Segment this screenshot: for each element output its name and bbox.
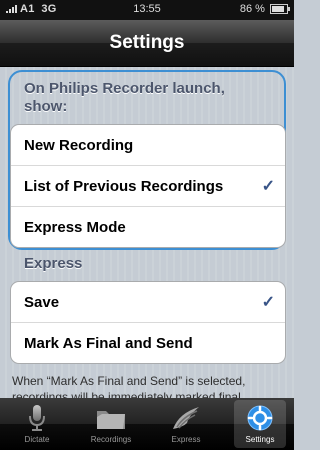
tab-recordings[interactable]: Recordings [82, 398, 140, 450]
express-option-save[interactable]: Save ✓ [11, 282, 285, 322]
battery-icon [270, 4, 290, 15]
tab-bar: Dictate Recordings Express Settings [0, 398, 294, 450]
settings-content[interactable]: On Philips Recorder launch, show: New Re… [0, 67, 294, 398]
launch-option-express-mode[interactable]: Express Mode [11, 206, 285, 247]
checkmark-icon: ✓ [261, 294, 275, 311]
gear-icon [247, 405, 273, 431]
battery-percent: 86 % [239, 3, 265, 15]
folder-icon [97, 411, 125, 429]
status-bar: A1 3G 13:55 86 % [0, 0, 294, 20]
launch-option-new-recording[interactable]: New Recording [11, 125, 285, 165]
option-label: Save [24, 294, 60, 311]
express-footnote: When “Mark As Final and Send” is selecte… [12, 374, 246, 398]
tab-label: Recordings [90, 435, 132, 444]
tab-settings[interactable]: Settings [231, 398, 289, 450]
battery-indicator: 86 % [239, 3, 290, 15]
page-title: Settings [109, 32, 185, 53]
launch-option-list-of-recordings[interactable]: List of Previous Recordings ✓ [11, 165, 285, 206]
launch-header-line1: On Philips Recorder launch, [24, 80, 225, 97]
tab-express[interactable]: Express [157, 398, 215, 450]
option-label: New Recording [24, 137, 134, 154]
express-options-group: Save ✓ Mark As Final and Send [10, 281, 286, 364]
swoosh-icon [173, 407, 199, 429]
option-label: List of Previous Recordings [24, 178, 224, 195]
tab-label: Dictate [24, 435, 50, 444]
tab-dictate[interactable]: Dictate [8, 398, 66, 450]
navigation-bar: Settings [0, 20, 294, 67]
launch-section-header: On Philips Recorder launch, show: [24, 80, 225, 116]
express-section-header: Express [24, 255, 83, 272]
option-label: Mark As Final and Send [24, 335, 193, 352]
tab-label: Settings [245, 435, 275, 444]
tab-label: Express [171, 435, 201, 444]
express-option-mark-final-send[interactable]: Mark As Final and Send [11, 322, 285, 363]
checkmark-icon: ✓ [261, 178, 275, 195]
option-label: Express Mode [24, 219, 126, 236]
launch-options-group: New Recording List of Previous Recording… [10, 124, 286, 248]
launch-header-line2: show: [24, 98, 68, 115]
microphone-icon [29, 405, 45, 431]
